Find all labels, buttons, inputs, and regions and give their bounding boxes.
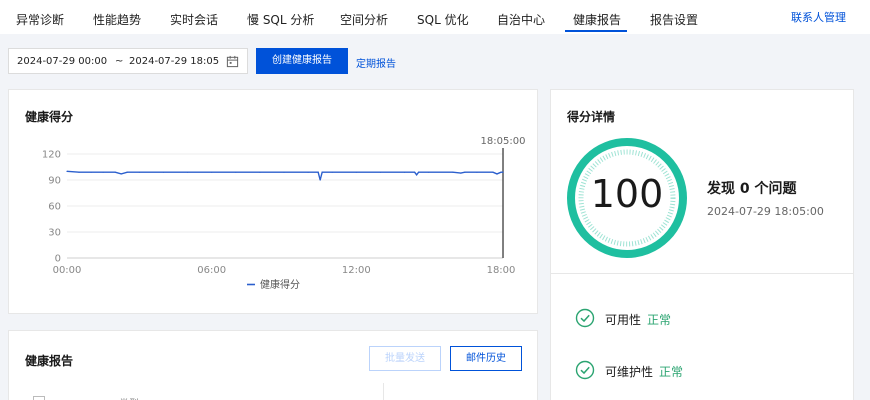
data-point [492,171,494,173]
y-tick-label: 90 [48,176,61,187]
y-tick-label: 120 [42,150,61,161]
data-point [114,171,116,173]
status-name: 可维护性 [605,365,654,379]
x-tick-label: 18:00 [487,265,516,276]
data-point [90,171,92,173]
health-report-title: 健康报告 [25,354,74,368]
data-point [502,171,504,173]
legend-label: 健康得分 [260,278,300,291]
y-tick-label: 0 [55,254,61,265]
tab-report-settings[interactable]: 报告设置 [650,11,698,28]
data-point [319,179,321,181]
tab-anomaly-diagnosis[interactable]: 异常诊断 [16,11,64,28]
data-point [120,173,122,175]
tab-space-analysis[interactable]: 空间分析 [340,11,388,28]
health-report-card: 健康报告 批量发送 邮件历史 类型 [8,330,538,400]
tab-realtime-session[interactable]: 实时会话 [170,11,218,28]
data-point [331,171,333,173]
data-point [162,171,165,173]
status-value: 正常 [647,313,672,327]
data-point [138,171,140,173]
date-end[interactable]: 2024-07-29 18:05 [129,56,219,67]
data-point [476,171,478,173]
data-point [186,171,189,173]
divider [551,273,853,274]
data-point [496,173,498,175]
data-point [66,170,68,172]
toolbar: 2024-07-29 00:00 ~ 2024-07-29 18:05 创建健康… [0,34,870,86]
tab-health-report[interactable]: 健康报告 [573,11,621,28]
data-point [283,171,285,173]
data-point [211,171,213,173]
data-point [235,171,237,173]
data-point [403,171,406,173]
health-score-chart: 0 30 60 90 120 00:00 06:00 12:00 18:00 18:05:00 健康… [42,136,526,291]
data-point [452,171,454,173]
score-value: 100 [590,172,664,216]
data-point [307,171,309,173]
top-nav: 异常诊断 性能趋势 实时会话 慢 SQL 分析 空间分析 SQL 优化 自治中心… [0,0,870,34]
mail-history-button[interactable]: 邮件历史 [450,346,522,371]
y-tick-label: 30 [48,228,61,239]
data-point [379,171,382,173]
calendar-icon[interactable] [226,55,239,68]
check-circle-icon [575,360,595,380]
data-point [321,171,323,173]
data-point [317,171,319,173]
health-score-card: 健康得分 0 30 60 90 120 00:00 06:00 12:00 18:00 18:05… [8,89,538,314]
tab-slow-sql[interactable]: 慢 SQL 分析 [247,11,314,28]
data-point [126,171,128,173]
tab-performance-trend[interactable]: 性能趋势 [93,11,141,28]
status-value: 正常 [659,365,684,379]
date-separator: ~ [115,56,124,67]
data-point [416,174,418,176]
contact-management-link[interactable]: 联系人管理 [791,9,846,25]
cursor-time-label: 18:05:00 [481,136,526,147]
score-detail-title: 得分详情 [567,110,616,124]
data-point [102,171,104,173]
batch-send-button[interactable]: 批量发送 [369,346,441,371]
data-point [355,171,357,173]
select-all-checkbox[interactable] [33,396,45,400]
data-point [414,171,416,173]
status-name: 可用性 [605,313,642,327]
x-tick-label: 00:00 [53,265,82,276]
scheduled-report-link[interactable]: 定期报告 [356,55,396,70]
score-detail-card: 得分详情 100 发现 0 个问题 2024-07-29 18:05:00 可用… [550,89,854,400]
issue-count: 发现 0 个问题 [707,181,797,197]
data-point [259,171,261,173]
x-tick-label: 12:00 [342,265,371,276]
x-tick-label: 06:00 [197,265,226,276]
check-circle-icon [575,308,595,328]
date-range-picker[interactable]: 2024-07-29 00:00 ~ 2024-07-29 18:05 [8,48,248,74]
report-table-header: 类型 [9,383,539,400]
create-health-report-button[interactable]: 创建健康报告 [256,48,348,74]
data-point [460,172,462,174]
data-point [78,171,80,173]
column-separator [383,383,384,400]
series-line [66,170,504,181]
column-header-type: 类型 [119,395,139,400]
active-tab-indicator [565,30,627,32]
y-tick-label: 60 [48,202,61,213]
data-point [464,171,466,173]
data-point [500,171,502,173]
data-point [418,171,420,173]
data-point [428,171,430,173]
tab-autonomy-center[interactable]: 自治中心 [497,11,545,28]
date-start[interactable]: 2024-07-29 00:00 [17,56,107,67]
tab-sql-optimization[interactable]: SQL 优化 [417,11,469,28]
score-timestamp: 2024-07-29 18:05:00 [707,205,824,218]
